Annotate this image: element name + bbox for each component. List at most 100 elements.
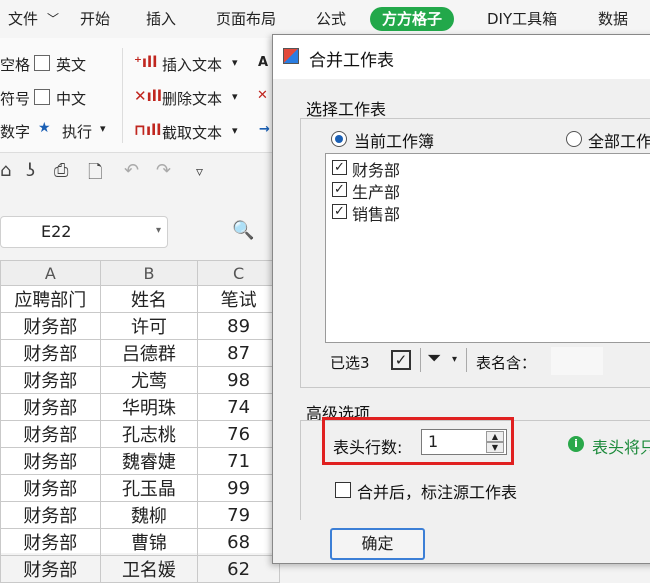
dialog-titlebar[interactable]: 合并工作表: [273, 35, 650, 79]
header-rows-value: 1: [428, 432, 439, 451]
table-cell[interactable]: 华明珠: [99, 393, 199, 421]
table-cell[interactable]: 曹锦: [99, 528, 199, 556]
arrow-icon[interactable]: →: [259, 122, 270, 137]
table-cell[interactable]: 74: [197, 393, 280, 421]
all-workbooks-radio[interactable]: [566, 131, 582, 147]
execute-button[interactable]: 执行: [62, 121, 92, 142]
ribbon-space-label[interactable]: 空格: [0, 54, 30, 75]
tab-fangfang-gezi[interactable]: 方方格子: [370, 7, 455, 31]
chinese-checkbox[interactable]: [34, 89, 50, 105]
table-cell[interactable]: 76: [197, 420, 280, 448]
table-cell[interactable]: 财务部: [0, 420, 101, 448]
header-rows-stepper[interactable]: 1 ▲ ▼: [421, 429, 507, 455]
chevron-down-icon[interactable]: ▾: [232, 124, 238, 137]
chevron-down-icon[interactable]: ▾: [452, 354, 457, 365]
table-cell[interactable]: 魏柳: [99, 501, 199, 529]
ribbon-chinese-label[interactable]: 中文: [56, 88, 86, 109]
current-workbook-label[interactable]: 当前工作簿: [354, 128, 434, 152]
table-cell[interactable]: 财务部: [0, 312, 101, 340]
insert-text-button[interactable]: 插入文本: [162, 54, 222, 75]
table-cell[interactable]: 财务部: [0, 447, 101, 475]
customize-toolbar-icon[interactable]: ▿: [196, 164, 203, 180]
table-row: 财务部 魏睿婕 71: [0, 447, 280, 475]
list-item[interactable]: 财务部: [352, 157, 400, 181]
select-all-checkbox-icon[interactable]: ✓: [391, 350, 411, 370]
table-header-cell[interactable]: 笔试: [197, 285, 280, 313]
sheet-list[interactable]: ✓ 财务部 ✓ 生产部 ✓ 销售部: [325, 153, 650, 343]
table-cell[interactable]: 89: [197, 312, 280, 340]
table-cell[interactable]: 卫名媛: [99, 555, 199, 583]
chevron-down-icon[interactable]: ▾: [100, 122, 106, 135]
current-workbook-radio[interactable]: [331, 131, 347, 147]
sheet-checkbox[interactable]: ✓: [332, 204, 347, 219]
ribbon-symbol-label[interactable]: 符号: [0, 88, 30, 109]
table-cell[interactable]: 68: [197, 528, 280, 556]
table-cell[interactable]: 79: [197, 501, 280, 529]
table-header-cell[interactable]: 应聘部门: [0, 285, 101, 313]
table-cell[interactable]: 62: [197, 555, 280, 583]
table-cell[interactable]: 孔志桃: [99, 420, 199, 448]
list-item[interactable]: 生产部: [352, 179, 400, 203]
zoom-icon[interactable]: 🔍: [232, 220, 254, 241]
chevron-down-icon[interactable]: ﹀: [47, 7, 59, 31]
table-cell[interactable]: 孔玉晶: [99, 474, 199, 502]
mark-source-checkbox[interactable]: [335, 482, 351, 498]
undo-icon[interactable]: ↶: [124, 160, 139, 181]
table-cell[interactable]: 财务部: [0, 366, 101, 394]
column-header-a[interactable]: A: [0, 260, 101, 286]
print-preview-icon[interactable]: 🗋: [88, 160, 102, 190]
table-cell[interactable]: 财务部: [0, 339, 101, 367]
sheet-checkbox[interactable]: ✓: [332, 182, 347, 197]
stepper-down-icon[interactable]: ▼: [486, 442, 504, 453]
delete-text-button[interactable]: 删除文本: [162, 88, 222, 109]
clear-format-icon[interactable]: ✕: [257, 88, 268, 103]
ribbon-english-label[interactable]: 英文: [56, 54, 86, 75]
chevron-down-icon[interactable]: ▾: [156, 225, 161, 236]
table-cell[interactable]: 财务部: [0, 555, 101, 583]
chevron-down-icon[interactable]: ▾: [232, 90, 238, 103]
ribbon-number-label[interactable]: 数字: [0, 121, 30, 142]
stepper-up-icon[interactable]: ▲: [486, 431, 504, 442]
tab-diy-toolbox[interactable]: DIY工具箱: [487, 7, 557, 31]
table-cell[interactable]: 财务部: [0, 393, 101, 421]
format-painter-icon[interactable]: ʖ: [26, 160, 35, 181]
table-cell[interactable]: 魏睿婕: [99, 447, 199, 475]
save-icon[interactable]: ⌂: [0, 160, 11, 181]
list-item[interactable]: 销售部: [352, 201, 400, 225]
filter-icon[interactable]: ⏷: [427, 348, 441, 369]
table-cell[interactable]: 吕德群: [99, 339, 199, 367]
table-cell[interactable]: 99: [197, 474, 280, 502]
ok-button[interactable]: 确定: [330, 528, 425, 560]
column-header-c[interactable]: C: [197, 260, 280, 286]
name-filter-input[interactable]: [551, 347, 603, 375]
table-cell[interactable]: 财务部: [0, 528, 101, 556]
tab-page-layout[interactable]: 页面布局: [216, 7, 276, 31]
tab-insert[interactable]: 插入: [146, 7, 176, 31]
chevron-down-icon[interactable]: ▾: [232, 56, 238, 69]
sheet-checkbox[interactable]: ✓: [332, 160, 347, 175]
mark-source-label[interactable]: 合并后，标注源工作表: [357, 479, 517, 503]
tab-home[interactable]: 开始: [80, 7, 110, 31]
all-workbooks-label[interactable]: 全部工作: [588, 128, 650, 152]
table-cell[interactable]: 98: [197, 366, 280, 394]
table-cell[interactable]: 财务部: [0, 474, 101, 502]
table-cell[interactable]: 71: [197, 447, 280, 475]
table-cell[interactable]: 财务部: [0, 501, 101, 529]
table-header-cell[interactable]: 姓名: [99, 285, 199, 313]
text-tool-icon[interactable]: A: [258, 55, 268, 70]
name-box[interactable]: E22 ▾: [0, 216, 168, 248]
table-cell[interactable]: 87: [197, 339, 280, 367]
column-header-b[interactable]: B: [99, 260, 199, 286]
extract-text-icon: ⊓ıll: [134, 121, 162, 139]
english-checkbox[interactable]: [34, 55, 50, 71]
extract-text-button[interactable]: 截取文本: [162, 122, 222, 143]
tab-data[interactable]: 数据: [598, 7, 628, 31]
table-row: 财务部 孔玉晶 99: [0, 474, 280, 502]
table-cell[interactable]: 许可: [99, 312, 199, 340]
table-row: 财务部 尤莺 98: [0, 366, 280, 394]
table-cell[interactable]: 尤莺: [99, 366, 199, 394]
tab-formulas[interactable]: 公式: [316, 7, 346, 31]
print-icon[interactable]: ⎙: [54, 160, 68, 181]
redo-icon[interactable]: ↷: [156, 160, 171, 181]
tab-file[interactable]: 文件: [8, 7, 38, 31]
